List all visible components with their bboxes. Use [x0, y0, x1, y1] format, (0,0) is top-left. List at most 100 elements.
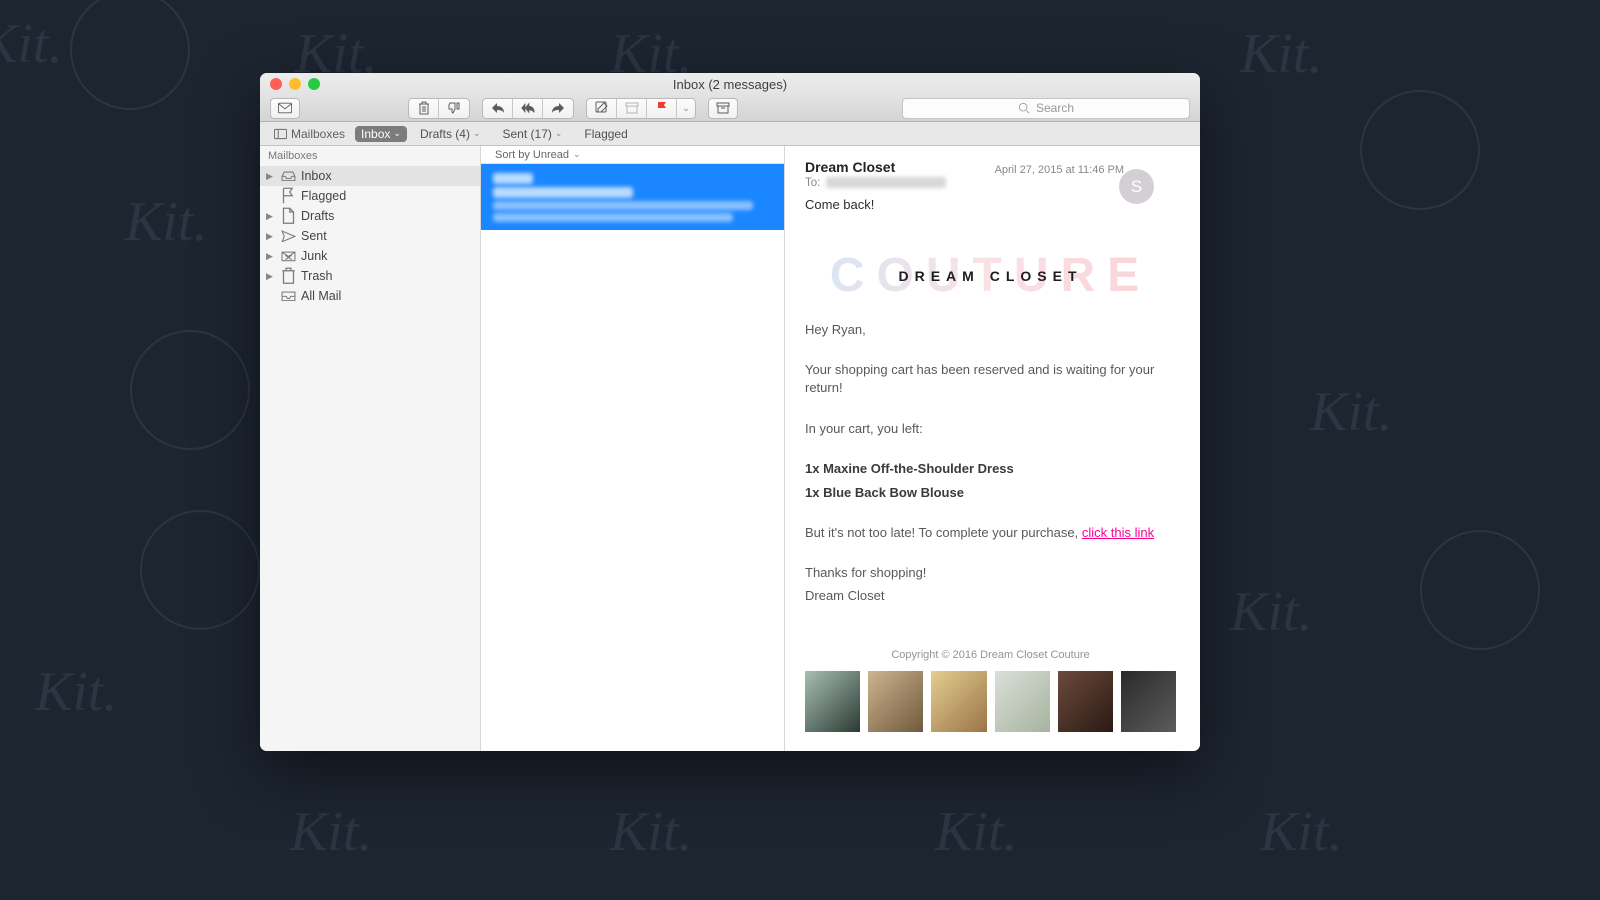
titlebar: Inbox (2 messages): [260, 73, 1200, 95]
compose-group: ⌄: [586, 98, 696, 119]
brand-logo: COUTURE DREAM CLOSET: [805, 230, 1176, 321]
mailboxes-sidebar: Mailboxes ▶Inbox Flagged ▶Drafts ▶Sent ▶…: [260, 146, 481, 751]
paper-plane-icon: [281, 230, 296, 243]
junk-button[interactable]: [439, 99, 469, 118]
complete-purchase-link[interactable]: click this link: [1082, 525, 1154, 540]
product-thumbnails: [805, 671, 1176, 736]
flag-menu-button[interactable]: ⌄: [677, 99, 695, 118]
greeting: Hey Ryan,: [805, 321, 1176, 339]
sidebar-header: Mailboxes: [260, 146, 480, 166]
blurred-preview: [493, 213, 733, 222]
cart-item: 1x Maxine Off-the-Shoulder Dress: [805, 460, 1176, 478]
blurred-sender: [493, 173, 533, 184]
flag-icon: [281, 187, 296, 205]
inbox-pill[interactable]: Inbox⌄: [355, 126, 407, 142]
forward-button[interactable]: [543, 99, 573, 118]
sent-favorite[interactable]: Sent (17)⌄: [494, 126, 572, 142]
window-title: Inbox (2 messages): [260, 77, 1200, 92]
get-mail-button[interactable]: [270, 98, 300, 119]
chevron-down-icon: ⌄: [573, 149, 581, 160]
forward-icon: [551, 101, 565, 115]
thumbnail[interactable]: [1058, 671, 1113, 732]
sidebar-item-junk[interactable]: ▶Junk: [260, 246, 480, 266]
disclosure-icon: ▶: [266, 211, 276, 222]
disclosure-icon: ▶: [266, 231, 276, 242]
thumbnail[interactable]: [1121, 671, 1176, 732]
reply-button[interactable]: [483, 99, 513, 118]
reply-icon: [491, 101, 505, 115]
sort-header[interactable]: Sort by Unread⌄: [481, 146, 784, 164]
flag-button[interactable]: [647, 99, 677, 118]
traffic-lights: [260, 78, 320, 90]
flag-icon: [655, 101, 669, 115]
disclosure-icon: ▶: [266, 251, 276, 262]
message-body: Hey Ryan, Your shopping cart has been re…: [805, 321, 1176, 605]
delete-junk-group: [408, 98, 470, 119]
body-line: Your shopping cart has been reserved and…: [805, 361, 1176, 397]
sender-name: Dream Closet: [805, 159, 946, 175]
chevron-down-icon: ⌄: [555, 128, 563, 139]
delete-button[interactable]: [409, 99, 439, 118]
tray-icon: [281, 291, 296, 302]
avatar: S: [1119, 169, 1154, 204]
compose-button[interactable]: [587, 99, 617, 118]
sidebar-item-inbox[interactable]: ▶Inbox: [260, 166, 480, 186]
mail-window: Inbox (2 messages) ⌄ Search Mailboxes In…: [260, 73, 1200, 751]
thumbnail[interactable]: [931, 671, 986, 732]
flagged-favorite[interactable]: Flagged: [575, 126, 636, 142]
to-line: To:: [805, 177, 946, 189]
disclosure-icon: ▶: [266, 171, 276, 182]
sidebar-item-allmail[interactable]: All Mail: [260, 286, 480, 306]
envelope-icon: [278, 101, 292, 115]
body-line: In your cart, you left:: [805, 420, 1176, 438]
body-line: But it's not too late! To complete your …: [805, 524, 1176, 542]
search-icon: [1018, 102, 1030, 114]
thumbnail[interactable]: [868, 671, 923, 732]
archive-button[interactable]: [617, 99, 647, 118]
cart-item: 1x Blue Back Bow Blouse: [805, 484, 1176, 502]
subject: Come back!: [805, 197, 1176, 212]
thumbnail[interactable]: [995, 671, 1050, 732]
message-list-item[interactable]: [481, 164, 784, 230]
mailboxes-toggle[interactable]: Mailboxes: [268, 127, 351, 141]
thumbs-down-icon: [447, 101, 461, 115]
favorites-bar: Mailboxes Inbox⌄ Drafts (4)⌄ Sent (17)⌄ …: [260, 122, 1200, 146]
inbox-icon: [281, 171, 296, 182]
drafts-favorite[interactable]: Drafts (4)⌄: [411, 126, 490, 142]
trash-icon: [417, 101, 431, 115]
compose-icon: [595, 101, 609, 115]
toolbar: ⌄ Search: [260, 95, 1200, 122]
chevron-down-icon: ⌄: [682, 103, 690, 114]
chevron-down-icon: ⌄: [473, 128, 481, 139]
reply-group: [482, 98, 574, 119]
signature: Dream Closet: [805, 587, 1176, 605]
message-viewer: S Dream Closet To: April 27, 2015 at 11:…: [785, 146, 1200, 751]
thumbnail[interactable]: [805, 671, 860, 732]
sidebar-item-drafts[interactable]: ▶Drafts: [260, 206, 480, 226]
disclosure-icon: ▶: [266, 271, 276, 282]
zoom-window-button[interactable]: [308, 78, 320, 90]
document-icon: [281, 207, 296, 225]
sidebar-item-sent[interactable]: ▶Sent: [260, 226, 480, 246]
move-button[interactable]: [708, 98, 738, 119]
sidebar-icon: [274, 127, 287, 141]
copyright: Copyright © 2016 Dream Closet Couture: [805, 627, 1176, 671]
blurred-preview: [493, 201, 753, 210]
archive-box-icon: [716, 101, 730, 115]
close-window-button[interactable]: [270, 78, 282, 90]
reply-all-icon: [521, 101, 535, 115]
junk-icon: [281, 250, 296, 263]
blurred-recipient: [826, 177, 946, 188]
blurred-subject: [493, 187, 633, 198]
sidebar-item-trash[interactable]: ▶Trash: [260, 266, 480, 286]
message-list: Sort by Unread⌄: [481, 146, 785, 751]
reply-all-button[interactable]: [513, 99, 543, 118]
minimize-window-button[interactable]: [289, 78, 301, 90]
thanks-line: Thanks for shopping!: [805, 564, 1176, 582]
chevron-down-icon: ⌄: [393, 128, 401, 139]
search-input[interactable]: Search: [902, 98, 1190, 119]
main-area: Mailboxes ▶Inbox Flagged ▶Drafts ▶Sent ▶…: [260, 146, 1200, 751]
sidebar-item-flagged[interactable]: Flagged: [260, 186, 480, 206]
trash-icon: [281, 267, 296, 285]
timestamp: April 27, 2015 at 11:46 PM: [995, 161, 1124, 176]
